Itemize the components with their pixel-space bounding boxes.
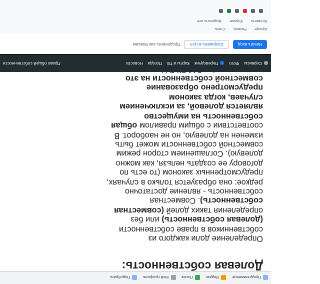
bookmark-icon [194,275,200,281]
document-title: Долевая собственность: [121,259,263,271]
account-bar: Начать вход Сохранить в гугл Продолжить … [0,36,271,54]
format-menu-format[interactable]: Формат [229,19,243,23]
bookmark-label: Подобрать [109,275,131,281]
toolbar-item-services[interactable]: Сервисы [244,61,268,66]
bookmark-item[interactable]: Представление [232,275,268,281]
site-toolbar: Сервисы Фото Переводчик Карты и ТВ Погод… [0,54,271,72]
document-page: Долевая собственность: Определение доли … [0,65,271,271]
toolbar-item-weather[interactable]: Погода [148,61,162,66]
site-name: Право общей собственности [3,61,60,66]
format-menu-size[interactable]: Размер [233,27,246,31]
link-icon[interactable] [235,9,239,13]
format-menu-font[interactable]: Шрифт [255,27,268,31]
toolbar-item-translator[interactable]: Переводчик [194,61,225,66]
format-row-2: Вставить Формат Выделить всё [197,19,267,23]
format-menu-insert[interactable]: Вставить [251,19,267,23]
bookmark-label: Представление [232,275,261,281]
translate-icon [220,61,225,66]
list-icon[interactable] [219,9,223,13]
toolbar-item-label: Сервисы [244,61,262,66]
bookmark-icon [170,275,176,281]
bookmarks-bar: Представление Яндекс Поиск Мой профиль П… [0,271,271,284]
format-menu-select-all[interactable]: Выделить всё [197,19,222,23]
account-caption: Продолжить как Максим [132,42,181,48]
apps-icon [264,61,268,66]
save-button[interactable]: Сохранить в гугл [184,40,230,50]
bookmark-item[interactable]: Яндекс [205,275,227,281]
sign-in-button[interactable]: Начать вход [233,40,267,50]
toolbar-item-photo[interactable]: Фото [229,61,239,66]
text-color-icon[interactable] [243,9,247,13]
bookmark-icon [221,275,227,281]
bookmark-icon [263,275,268,281]
bookmark-label: Мой профиль [143,275,169,281]
document-paragraph: Определение доли каждого из собственнико… [106,65,263,243]
format-icons [219,9,263,13]
bookmark-item[interactable]: Подобрать [109,275,138,281]
toolbar-item-label: Фото [229,61,240,66]
bold-icon[interactable] [259,9,263,13]
browser-window: Представление Яндекс Поиск Мой профиль П… [0,0,271,284]
bookmark-icon [132,275,138,281]
bookmark-label: Поиск [181,275,193,281]
bookmark-item[interactable]: Поиск [181,275,200,281]
format-menu-style[interactable]: Стиль [215,27,226,31]
italic-icon[interactable] [251,9,255,13]
toolbar-item-label: Погода [147,61,162,66]
bookmark-item[interactable]: Мой профиль [143,275,176,281]
toolbar-item-label: Новости [126,61,143,66]
document-content: Долевая собственность: Определение доли … [106,65,263,271]
format-row-1: Шрифт Размер Стиль [215,27,267,31]
toolbar-item-label: Карты и ТВ [166,61,190,66]
highlight-icon[interactable] [227,9,231,13]
toolbar-item-news[interactable]: Новости [126,61,143,66]
format-bar: Шрифт Размер Стиль Вставить Формат Выдел… [0,0,271,34]
site-name-label: Право общей собственности [3,61,61,66]
bookmark-label: Яндекс [205,275,220,281]
toolbar-item-maps[interactable]: Карты и ТВ [167,61,190,66]
toolbar-item-label: Переводчик [194,61,219,66]
